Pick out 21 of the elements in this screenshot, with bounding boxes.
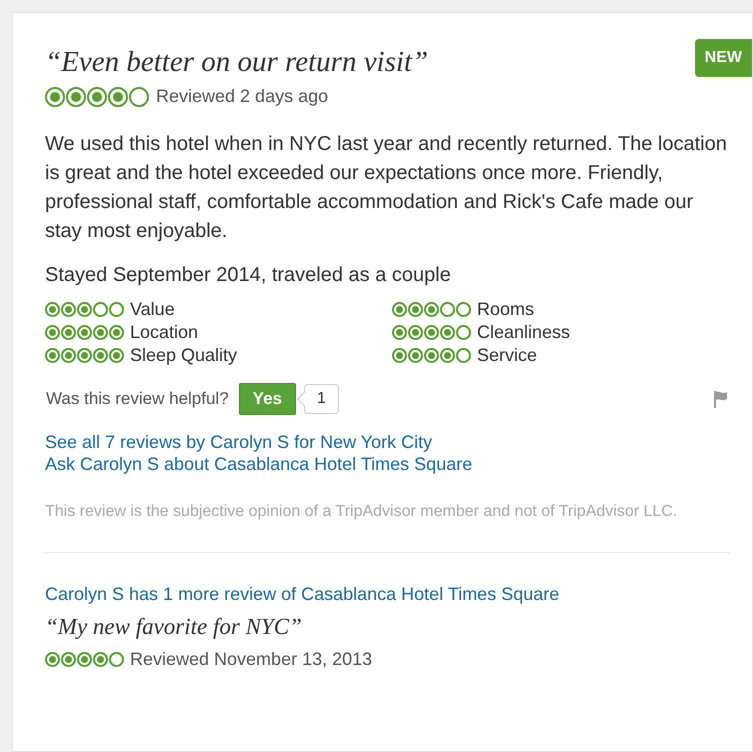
more-reviews-link[interactable]: Carolyn S has 1 more review of Casablanca Hotel Times Square: [45, 580, 560, 608]
rating-label: Rooms: [477, 298, 534, 321]
new-badge: NEW: [694, 39, 752, 77]
review-date: Reviewed 2 days ago: [156, 85, 328, 108]
stay-info: Stayed September 2014, traveled as a couple: [45, 263, 452, 288]
yes-button[interactable]: Yes: [238, 383, 296, 414]
rating-label: Value: [130, 298, 175, 321]
rating-label: Cleanliness: [477, 321, 570, 344]
review-title: “Even better on our return visit”: [45, 45, 428, 79]
disclaimer-text: This review is the subjective opinion of a TripAdvisor member and not of TripAdvisor LLC.: [45, 502, 678, 522]
helpful-count: 1: [298, 384, 339, 414]
reviewer-link[interactable]: Ask Carolyn S about Casablanca Hotel Times Square: [45, 452, 472, 474]
review-date: Reviewed November 13, 2013: [130, 648, 372, 671]
review-title: “My new favorite for NYC”: [45, 612, 303, 641]
rating-label: Sleep Quality: [130, 344, 238, 367]
rating-label: Service: [477, 344, 538, 367]
reviewer-link[interactable]: See all 7 reviews by Carolyn S for New York City: [45, 430, 432, 452]
review-text: We used this hotel when in NYC last year and recently returned. The location is great and the hotel exceeded our expectations once more. Friendly, professional staff, comfortable accommodation and Rick's Cafe made our stay most enjoyable.: [45, 132, 728, 244]
rating-label: Location: [130, 321, 198, 344]
helpful-question: Was this review helpful?: [46, 388, 229, 410]
flag-icon[interactable]: [712, 390, 730, 408]
